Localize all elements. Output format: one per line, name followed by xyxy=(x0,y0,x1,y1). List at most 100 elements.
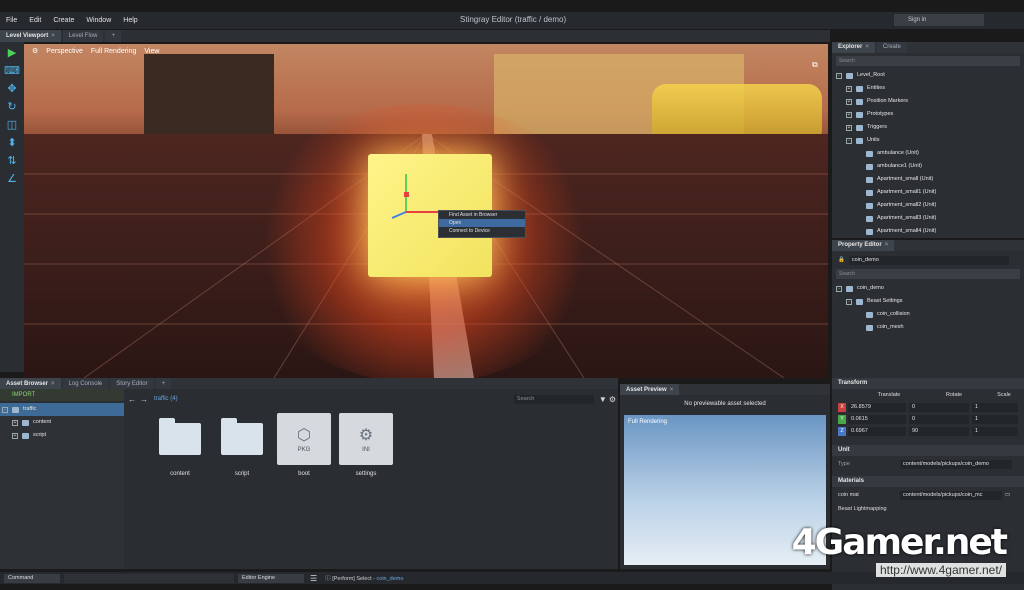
back-arrow-icon[interactable]: ← xyxy=(128,395,136,404)
tree-item[interactable]: Apartment_small2 (Unit) xyxy=(832,199,1024,212)
translate-x-field[interactable]: 26.8579 xyxy=(848,402,906,412)
tree-item[interactable]: - Units xyxy=(832,134,1024,147)
view-button[interactable]: View xyxy=(144,48,159,55)
tree-item[interactable]: + script xyxy=(0,429,124,442)
menu-window[interactable]: Window xyxy=(80,17,117,24)
menu-edit[interactable]: Edit xyxy=(23,17,47,24)
tab-property-editor[interactable]: Property Editor × xyxy=(832,240,895,251)
asset-item[interactable]: ⬡ PKG boot xyxy=(276,413,332,477)
tree-item[interactable]: Apartment_small3 (Unit) xyxy=(832,212,1024,225)
angle-icon[interactable]: ∠ xyxy=(4,172,20,186)
forward-arrow-icon[interactable]: → xyxy=(140,395,148,404)
expand-icon[interactable]: + xyxy=(846,85,852,92)
tab-create[interactable]: Create xyxy=(876,42,907,53)
tab-level-flow[interactable]: Level Flow xyxy=(62,30,104,42)
import-button[interactable]: IMPORT xyxy=(0,389,124,401)
collapse-icon[interactable]: - xyxy=(2,406,8,413)
explorer-search-input[interactable]: Search xyxy=(836,56,1020,66)
menu-connect-device[interactable]: Connect to Device xyxy=(439,227,525,235)
menu-find-asset[interactable]: Find Asset in Browser xyxy=(439,211,525,219)
expand-icon[interactable]: + xyxy=(12,432,18,439)
asset-item[interactable]: script xyxy=(214,413,270,477)
move-icon[interactable]: ✥ xyxy=(4,82,20,96)
tree-item[interactable]: + Prototypes xyxy=(832,108,1024,121)
tree-item[interactable]: Apartment_small4 (Unit) xyxy=(832,225,1024,238)
expand-icon[interactable]: + xyxy=(846,111,852,118)
pivot-icon[interactable]: ⇅ xyxy=(4,154,20,168)
menu-help[interactable]: Help xyxy=(117,17,143,24)
lightmapping-row[interactable]: Beast Lightmapping xyxy=(832,503,1024,515)
materials-header[interactable]: Materials xyxy=(832,476,1024,487)
tree-item[interactable]: coin_mesh xyxy=(832,321,1024,334)
tree-item[interactable]: - Beast Settings xyxy=(832,295,1024,308)
rotate-z-field[interactable]: 90 xyxy=(909,426,969,436)
tree-item[interactable]: - Level_Root xyxy=(832,69,1024,82)
tree-item[interactable]: + Triggers xyxy=(832,121,1024,134)
scale-x-field[interactable]: 1 xyxy=(972,402,1018,412)
tree-item[interactable]: + Entities xyxy=(832,82,1024,95)
close-icon[interactable]: × xyxy=(51,381,55,387)
object-name-field[interactable]: coin_demo xyxy=(848,255,1009,265)
lock-icon[interactable]: 🔒 xyxy=(838,257,845,263)
collapse-icon[interactable]: - xyxy=(846,137,852,144)
tree-item[interactable]: Apartment_small (Unit) xyxy=(832,173,1024,186)
gear-icon[interactable]: ⚙ xyxy=(32,47,38,55)
material-field[interactable]: content/models/pickups/coin_mc xyxy=(900,490,1002,500)
rotate-x-field[interactable]: 0 xyxy=(909,402,969,412)
menu-open[interactable]: Open xyxy=(439,219,525,227)
collapse-icon[interactable]: - xyxy=(836,285,842,292)
rotate-y-field[interactable]: 0 xyxy=(909,414,969,424)
new-tab-button[interactable]: + xyxy=(105,30,121,42)
rendering-mode-button[interactable]: Full Rendering xyxy=(91,48,137,55)
tree-item[interactable]: + content xyxy=(0,416,124,429)
expand-icon[interactable]: + xyxy=(846,98,852,105)
close-icon[interactable]: × xyxy=(865,44,869,50)
menu-create[interactable]: Create xyxy=(47,17,80,24)
scale-z-field[interactable]: 1 xyxy=(972,426,1018,436)
rendering-mode-button[interactable]: Full Rendering xyxy=(628,419,667,425)
unit-type-field[interactable]: content/models/pickups/coin_demo xyxy=(900,459,1012,469)
command-dropdown[interactable]: Command xyxy=(4,573,60,583)
collapse-icon[interactable]: - xyxy=(846,298,852,305)
folder-icon[interactable]: ▭ xyxy=(1005,492,1010,498)
unit-header[interactable]: Unit xyxy=(832,445,1024,456)
expand-icon[interactable]: + xyxy=(846,124,852,131)
translate-y-field[interactable]: 0.0615 xyxy=(848,414,906,424)
settings-icon[interactable]: ⚙ xyxy=(609,395,616,404)
tab-level-viewport[interactable]: Level Viewport × xyxy=(0,30,61,42)
snap-icon[interactable]: ⬍ xyxy=(4,136,20,150)
property-search-input[interactable]: Search xyxy=(836,269,1020,279)
tree-item[interactable]: ambulance (Unit) xyxy=(832,147,1024,160)
filter-icon[interactable]: ▼ xyxy=(599,395,607,404)
asset-item[interactable]: content xyxy=(152,413,208,477)
asset-item[interactable]: ⚙ INI settings xyxy=(338,413,394,477)
tree-item[interactable]: ambulance1 (Unit) xyxy=(832,160,1024,173)
list-icon[interactable]: ☰ xyxy=(310,574,317,583)
tab-explorer[interactable]: Explorer × xyxy=(832,42,875,53)
log-link[interactable]: coin_demo xyxy=(377,576,404,582)
level-viewport[interactable]: ⚙ Perspective Full Rendering View ⧉ Find… xyxy=(24,44,828,378)
gamepad-icon[interactable]: ⌨ xyxy=(4,64,20,78)
tree-item[interactable]: - traffic xyxy=(0,403,124,416)
perspective-button[interactable]: Perspective xyxy=(46,48,83,55)
asset-search-input[interactable]: Search xyxy=(513,394,594,404)
close-icon[interactable]: × xyxy=(51,33,55,39)
tree-item[interactable]: + Position Markers xyxy=(832,95,1024,108)
play-icon[interactable]: ▶ xyxy=(4,46,20,60)
expand-icon[interactable]: + xyxy=(12,419,18,426)
translate-z-field[interactable]: 0.6967 xyxy=(848,426,906,436)
maximize-icon[interactable]: ⧉ xyxy=(812,60,822,70)
close-icon[interactable]: × xyxy=(885,242,889,248)
menu-file[interactable]: File xyxy=(0,17,23,24)
tree-item[interactable]: Apartment_small1 (Unit) xyxy=(832,186,1024,199)
collapse-icon[interactable]: - xyxy=(836,72,842,79)
transform-header[interactable]: Transform xyxy=(832,378,1024,389)
tree-item[interactable]: - coin_demo xyxy=(832,282,1024,295)
signin-button[interactable]: Sign in xyxy=(894,14,984,26)
rotate-icon[interactable]: ↻ xyxy=(4,100,20,114)
command-input[interactable] xyxy=(64,573,234,583)
tree-item[interactable]: coin_collision xyxy=(832,308,1024,321)
scale-icon[interactable]: ◫ xyxy=(4,118,20,132)
close-icon[interactable]: × xyxy=(670,387,674,393)
engine-dropdown[interactable]: Editor Engine xyxy=(238,573,304,583)
